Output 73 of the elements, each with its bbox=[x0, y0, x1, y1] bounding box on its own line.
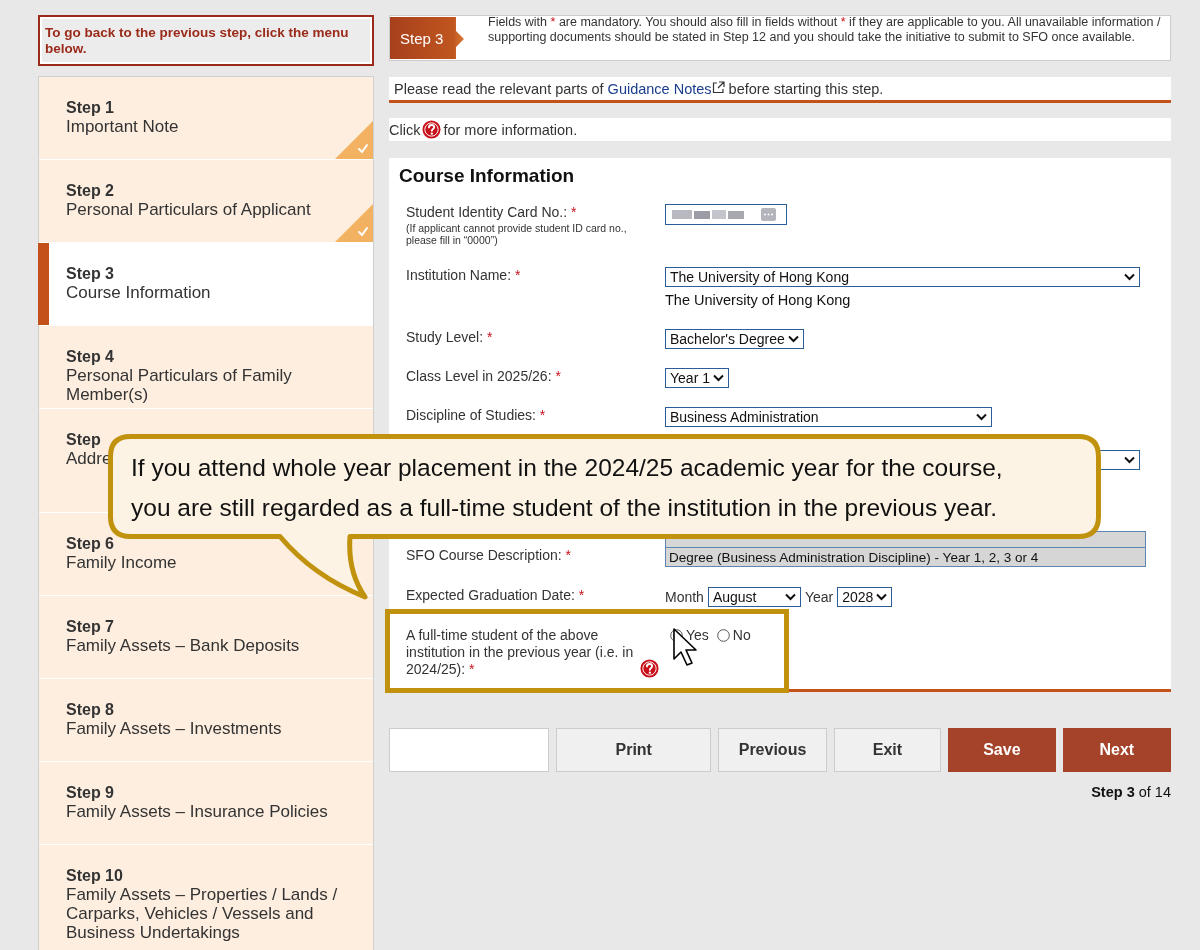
step-number: Step 8 bbox=[66, 700, 114, 719]
dropdown[interactable]: Year 1 bbox=[665, 368, 729, 388]
step-badge: Step 3 bbox=[390, 17, 464, 59]
nav-button[interactable]: Print bbox=[556, 728, 712, 772]
step-number: Step 9 bbox=[66, 783, 114, 802]
nav-button[interactable]: Save bbox=[948, 728, 1056, 772]
field-label: Institution Name: * bbox=[406, 267, 521, 283]
field-label: Expected Graduation Date: * bbox=[406, 587, 585, 603]
step-menu-item[interactable]: Step 10 Family Assets – Properties / Lands / Carparks, Vehicles / Vessels and Business Undertakings bbox=[39, 845, 373, 950]
step-menu-item[interactable]: Step 1 Important Note bbox=[39, 77, 373, 160]
help-hint-text: Click bbox=[389, 121, 421, 138]
step-title: Family Assets – Bank Deposits bbox=[66, 636, 300, 655]
field-label: A full-time student of the above institution in the previous year (i.e. in 2024/25): * bbox=[406, 627, 635, 678]
guidance-text: Please read the relevant parts of Guidance Notes before starting this step. bbox=[394, 81, 884, 97]
step-title: Family Assets – Insurance Policies bbox=[66, 802, 328, 821]
field-label: Class Level in 2025/26: * bbox=[406, 368, 561, 384]
section-title: Course Information bbox=[399, 165, 576, 187]
step-number: Step 3 bbox=[66, 264, 114, 283]
radio-button[interactable] bbox=[716, 628, 730, 642]
step-number: Step 7 bbox=[66, 617, 114, 636]
help-icon[interactable] bbox=[640, 659, 659, 678]
dropdown[interactable]: The University of Hong Kong bbox=[665, 267, 1140, 287]
caret-icon bbox=[787, 335, 799, 343]
step-number: Step 4 bbox=[66, 347, 114, 366]
field-label: Study Level: * bbox=[406, 329, 493, 345]
step-menu-item[interactable]: Step 7 Family Assets – Bank Deposits bbox=[39, 596, 373, 679]
field-label: SFO Course Description: * bbox=[406, 547, 571, 563]
year-label: Year bbox=[804, 589, 834, 605]
radio-option[interactable]: No bbox=[716, 627, 751, 643]
readonly-field: Degree (Business Administration Discipline) - Year 1, 2, 3 or 4 bbox=[665, 547, 1146, 567]
caret-icon bbox=[784, 593, 796, 601]
step-title: Family Assets – Investments bbox=[66, 719, 282, 738]
redacted-value bbox=[672, 209, 744, 220]
guidance-notes-link[interactable]: Guidance Notes bbox=[607, 81, 725, 97]
month-label: Month bbox=[665, 589, 704, 605]
input-field[interactable] bbox=[665, 204, 787, 225]
back-notice: To go back to the previous step, click the menu below. bbox=[38, 15, 374, 66]
step-number: Step bbox=[66, 430, 101, 449]
step-title: Course Information bbox=[66, 283, 211, 302]
external-link-icon bbox=[711, 81, 725, 94]
step-title: Family Assets – Properties / Lands / Carparks, Vehicles / Vessels and Business Undertakings bbox=[66, 885, 339, 942]
step-title: Family Income bbox=[66, 553, 177, 572]
field-hint: (If applicant cannot provide student ID card no., please fill in “0000”) bbox=[406, 222, 628, 246]
step-number: Step 1 bbox=[66, 98, 114, 117]
nav-button[interactable]: Next bbox=[1062, 728, 1171, 772]
nav-button[interactable]: Exit bbox=[833, 728, 942, 772]
institution-caption: The University of Hong Kong bbox=[665, 292, 852, 308]
caret-icon bbox=[1124, 456, 1135, 464]
step-counter: Step 3 of 14 bbox=[1091, 784, 1171, 800]
dropdown[interactable]: August bbox=[707, 587, 801, 607]
step-number: Step 6 bbox=[66, 534, 114, 553]
dropdown[interactable]: Business Administration bbox=[665, 407, 992, 427]
step-title: Personal Particulars of Applicant bbox=[66, 200, 311, 219]
step-menu-item[interactable]: Step 2 Personal Particulars of Applicant bbox=[39, 160, 373, 243]
help-icon[interactable] bbox=[422, 120, 442, 139]
step-number: Step 10 bbox=[66, 866, 123, 885]
caret-icon bbox=[976, 413, 987, 421]
dropdown[interactable]: Bachelor's Degree bbox=[665, 329, 804, 349]
field-label: Student Identity Card No.: * bbox=[406, 204, 577, 220]
step-menu-item[interactable]: Step 8 Family Assets – Investments bbox=[39, 679, 373, 762]
step-number: Step 2 bbox=[66, 181, 114, 200]
dropdown[interactable]: 2028 bbox=[837, 587, 893, 607]
step-title: Important Note bbox=[66, 117, 179, 136]
step-menu-item[interactable]: Step 4 Personal Particulars of Family Member(s) bbox=[39, 326, 373, 409]
caret-icon bbox=[712, 374, 724, 382]
nav-button[interactable]: Previous bbox=[718, 728, 827, 772]
mandatory-note: Fields with * are mandatory. You should also fill in fields without * if they are applicable to you. All unavailable information / supporting documents should be stated in Step 12 and you should take the initiative to submit to SFO once available. bbox=[487, 15, 1162, 46]
step-title: Personal Particulars of Family Member(s) bbox=[66, 366, 293, 404]
field-label: Discipline of Studies: * bbox=[406, 407, 546, 423]
caret-icon bbox=[876, 593, 888, 601]
step-menu-item[interactable]: Step 9 Family Assets – Insurance Policies bbox=[39, 762, 373, 845]
help-hint-text: for more information. bbox=[443, 121, 578, 138]
caret-icon bbox=[1124, 273, 1135, 281]
